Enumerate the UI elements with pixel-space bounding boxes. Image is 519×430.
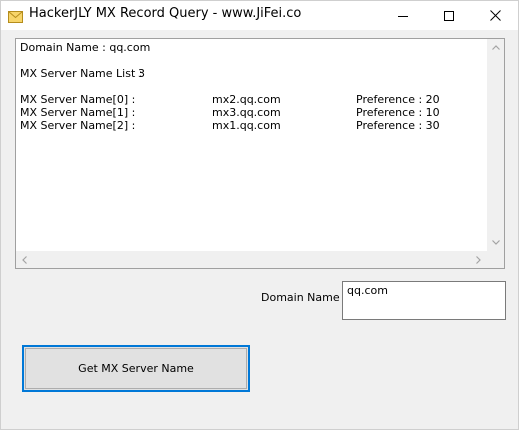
server-preference: Preference : 30	[356, 119, 440, 132]
server-row: MX Server Name[2] : mx1.qq.com Preferenc…	[20, 119, 484, 132]
scroll-down-button[interactable]	[487, 234, 504, 251]
client-area: Domain Name : qq.com MX Server Name List…	[1, 30, 518, 429]
window-title: HackerJLY MX Record Query - www.JiFei.co	[29, 6, 302, 21]
maximize-icon	[444, 10, 454, 21]
app-window: HackerJLY MX Record Query - www.JiFei.co…	[0, 0, 519, 430]
get-mx-server-button-label: Get MX Server Name	[78, 362, 194, 375]
minimize-button[interactable]	[380, 1, 426, 30]
server-row: MX Server Name[0] : mx2.qq.com Preferenc…	[20, 93, 484, 106]
server-preference: Preference : 10	[356, 106, 440, 119]
close-icon	[489, 10, 501, 21]
server-list-count-line: MX Server Name List : 3	[20, 67, 484, 80]
server-host: mx2.qq.com	[212, 93, 281, 106]
maximize-button[interactable]	[426, 1, 472, 30]
output-textbox[interactable]: Domain Name : qq.com MX Server Name List…	[15, 38, 505, 269]
get-mx-server-button[interactable]: Get MX Server Name	[22, 345, 250, 392]
server-host: mx3.qq.com	[212, 106, 281, 119]
output-text: Domain Name : qq.com MX Server Name List…	[20, 41, 484, 251]
server-list-count: 3	[138, 67, 145, 80]
scroll-up-button[interactable]	[487, 39, 504, 56]
chevron-up-icon	[491, 45, 500, 50]
chevron-down-icon	[491, 240, 500, 245]
server-host: mx1.qq.com	[212, 119, 281, 132]
horizontal-scrollbar[interactable]	[16, 251, 487, 268]
minimize-icon	[398, 15, 408, 17]
domain-result-line: Domain Name : qq.com	[20, 41, 484, 54]
vertical-scrollbar[interactable]	[487, 39, 504, 251]
chevron-right-icon	[476, 255, 481, 264]
server-preference: Preference : 20	[356, 93, 440, 106]
server-label: MX Server Name[2] :	[20, 119, 136, 132]
server-label: MX Server Name[0] :	[20, 93, 136, 106]
server-list-label: MX Server Name List :	[20, 67, 143, 80]
chevron-left-icon	[22, 255, 27, 264]
envelope-icon	[8, 8, 23, 23]
server-label: MX Server Name[1] :	[20, 106, 136, 119]
domain-name-input[interactable]	[342, 281, 506, 320]
close-button[interactable]	[472, 1, 518, 30]
scrollbar-corner	[487, 251, 504, 268]
domain-name-label: Domain Name :	[261, 291, 347, 304]
title-bar[interactable]: HackerJLY MX Record Query - www.JiFei.co	[1, 1, 518, 30]
server-row: MX Server Name[1] : mx3.qq.com Preferenc…	[20, 106, 484, 119]
scroll-right-button[interactable]	[470, 251, 487, 268]
domain-result-text: Domain Name : qq.com	[20, 41, 151, 54]
scroll-left-button[interactable]	[16, 251, 33, 268]
